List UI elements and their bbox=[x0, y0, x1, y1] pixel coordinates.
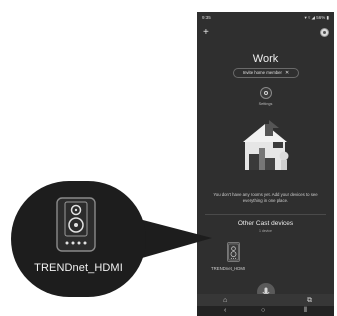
invite-chip-label: Invite home member bbox=[242, 70, 282, 75]
bottom-nav: ⌂ ⧉ bbox=[197, 294, 334, 306]
callout-device-label: TRENDnet_HDMI bbox=[34, 262, 123, 274]
recent-apps-icon[interactable]: ⦀ bbox=[304, 306, 307, 316]
account-avatar[interactable] bbox=[320, 28, 329, 37]
settings-icon[interactable] bbox=[260, 87, 272, 99]
cast-device-label[interactable]: TRENDnet_HDMI bbox=[211, 266, 245, 271]
empty-rooms-message: You don't have any rooms yet. Add your d… bbox=[213, 192, 318, 203]
empty-home-illustration bbox=[243, 120, 289, 170]
status-icons: ▾ ▿ ◢ 56% ▮ bbox=[304, 15, 329, 20]
feed-icon[interactable]: ⧉ bbox=[307, 297, 312, 304]
speaker-device-icon[interactable] bbox=[227, 242, 240, 262]
settings-label: Settings bbox=[258, 102, 273, 106]
invite-home-member-chip[interactable]: Invite home member ✕ bbox=[233, 68, 299, 78]
other-cast-devices-title: Other Cast devices bbox=[237, 220, 294, 227]
section-divider bbox=[205, 214, 326, 215]
home-circle-icon[interactable]: ○ bbox=[261, 306, 265, 316]
status-bar: 9:35 ▾ ▿ ◢ 56% ▮ bbox=[197, 12, 334, 22]
speaker-device-icon-large bbox=[56, 197, 96, 252]
phone-screen: 9:35 ▾ ▿ ◢ 56% ▮ + Work Invite home memb… bbox=[197, 12, 334, 316]
plus-icon[interactable]: + bbox=[203, 28, 209, 38]
close-icon[interactable]: ✕ bbox=[285, 70, 289, 76]
status-time: 9:35 bbox=[202, 15, 211, 20]
home-title: Work bbox=[252, 53, 279, 65]
back-icon[interactable]: ‹ bbox=[224, 306, 226, 316]
home-icon[interactable]: ⌂ bbox=[223, 297, 227, 304]
system-nav-bar: ‹ ○ ⦀ bbox=[197, 306, 334, 316]
other-cast-devices-count: 1 device bbox=[258, 229, 273, 233]
